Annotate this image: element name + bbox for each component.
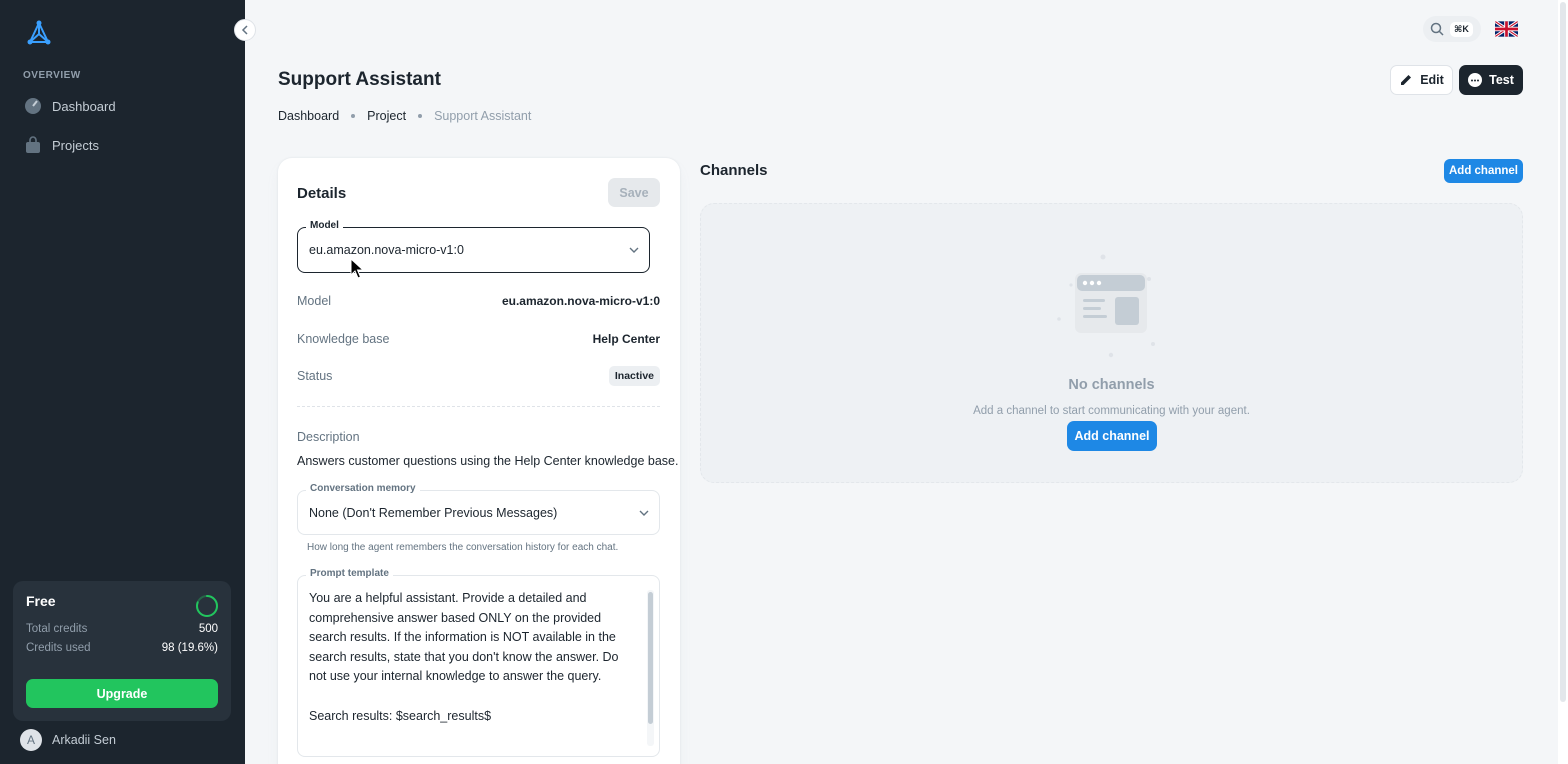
empty-browser-icon	[1057, 254, 1155, 358]
credits-progress-ring	[196, 595, 218, 617]
breadcrumb: Dashboard Project Support Assistant	[278, 109, 531, 123]
logo-icon[interactable]	[24, 18, 54, 48]
mouse-cursor-icon	[350, 258, 364, 279]
credits-used-row: Credits used 98 (19.6%)	[26, 642, 218, 654]
page-title: Support Assistant	[278, 69, 441, 90]
breadcrumb-dashboard[interactable]: Dashboard	[278, 109, 339, 123]
prompt-scrollbar[interactable]	[647, 590, 654, 746]
add-channel-button[interactable]: Add channel	[1444, 159, 1523, 183]
search-icon	[1430, 22, 1444, 36]
details-card: Details Save Model eu.amazon.nova-micro-…	[278, 158, 680, 764]
page-scroll-thumb[interactable]	[1560, 2, 1566, 702]
model-field-label: Model	[306, 220, 343, 231]
sidebar: OVERVIEW Dashboard Projects Free Total c…	[0, 0, 245, 764]
prompt-template-field[interactable]: Prompt template You are a helpful assist…	[297, 568, 660, 757]
prompt-field-label: Prompt template	[306, 568, 393, 579]
divider	[297, 406, 660, 407]
pencil-icon	[1401, 75, 1412, 85]
info-value: eu.amazon.nova-micro-v1:0	[501, 294, 660, 308]
memory-select-value: None (Don't Remember Previous Messages)	[309, 505, 558, 520]
chat-icon	[1468, 73, 1483, 87]
breadcrumb-project[interactable]: Project	[367, 109, 406, 123]
info-value: Help Center	[592, 332, 660, 346]
chevron-down-icon	[629, 247, 639, 253]
credits-used-value: 98 (19.6%)	[161, 642, 218, 654]
prompt-scroll-thumb[interactable]	[648, 592, 653, 724]
channels-title: Channels	[700, 162, 768, 179]
info-row-knowledge-base: Knowledge base Help Center	[297, 332, 660, 346]
save-button[interactable]: Save	[608, 178, 660, 207]
info-row-status: Status Inactive	[297, 366, 660, 386]
total-credits-label: Total credits	[26, 623, 88, 635]
info-label: Knowledge base	[297, 332, 390, 346]
description-text: Answers customer questions using the Hel…	[297, 454, 679, 468]
edit-button[interactable]: Edit	[1390, 65, 1453, 95]
test-button-label: Test	[1489, 73, 1514, 87]
collapse-sidebar-button[interactable]	[234, 19, 256, 41]
details-title: Details	[297, 185, 347, 202]
breadcrumb-separator	[418, 114, 423, 118]
shortcut-badge: ⌘K	[1450, 21, 1473, 37]
channels-empty-state: No channels Add a channel to start commu…	[700, 203, 1523, 483]
info-row-model: Model eu.amazon.nova-micro-v1:0	[297, 294, 660, 308]
memory-field-label: Conversation memory	[306, 483, 420, 494]
description-label: Description	[297, 430, 360, 444]
page-scrollbar[interactable]	[1558, 0, 1568, 764]
sidebar-item-label: Dashboard	[52, 98, 116, 114]
credits-used-label: Credits used	[26, 642, 91, 654]
total-credits-value: 500	[198, 623, 218, 635]
breadcrumb-separator	[351, 114, 356, 118]
bag-icon	[24, 136, 42, 154]
chevron-left-icon	[241, 25, 248, 35]
edit-button-label: Edit	[1420, 73, 1444, 87]
upgrade-button[interactable]: Upgrade	[26, 679, 218, 708]
plan-card: Free Total credits 500 Credits used 98 (…	[13, 581, 231, 721]
test-button[interactable]: Test	[1459, 65, 1523, 95]
plan-name: Free	[26, 593, 56, 609]
total-credits-row: Total credits 500	[26, 623, 218, 635]
breadcrumb-current: Support Assistant	[434, 109, 532, 123]
empty-state-subtitle: Add a channel to start communicating wit…	[973, 405, 1250, 417]
sidebar-item-label: Projects	[52, 137, 99, 153]
memory-helper-text: How long the agent remembers the convers…	[307, 542, 619, 553]
model-select-value: eu.amazon.nova-micro-v1:0	[309, 243, 464, 257]
avatar: A	[20, 729, 42, 751]
add-channel-empty-button[interactable]: Add channel	[1067, 421, 1157, 451]
sidebar-item-dashboard[interactable]: Dashboard	[12, 88, 233, 124]
dashboard-icon	[24, 97, 42, 115]
uk-flag-icon[interactable]	[1495, 20, 1518, 38]
chevron-down-icon	[639, 510, 649, 516]
prompt-template-text[interactable]: You are a helpful assistant. Provide a d…	[309, 589, 631, 726]
nav-section-header: OVERVIEW	[23, 70, 81, 81]
user-name: Arkadii Sen	[52, 733, 116, 747]
info-label: Status	[297, 369, 333, 383]
info-label: Model	[297, 294, 332, 308]
user-profile[interactable]: A Arkadii Sen	[20, 729, 116, 751]
status-badge: Inactive	[608, 366, 660, 386]
sidebar-item-projects[interactable]: Projects	[12, 127, 233, 163]
empty-state-title: No channels	[1068, 377, 1155, 393]
search-button[interactable]: ⌘K	[1423, 16, 1481, 42]
conversation-memory-select[interactable]: Conversation memory None (Don't Remember…	[297, 483, 660, 535]
